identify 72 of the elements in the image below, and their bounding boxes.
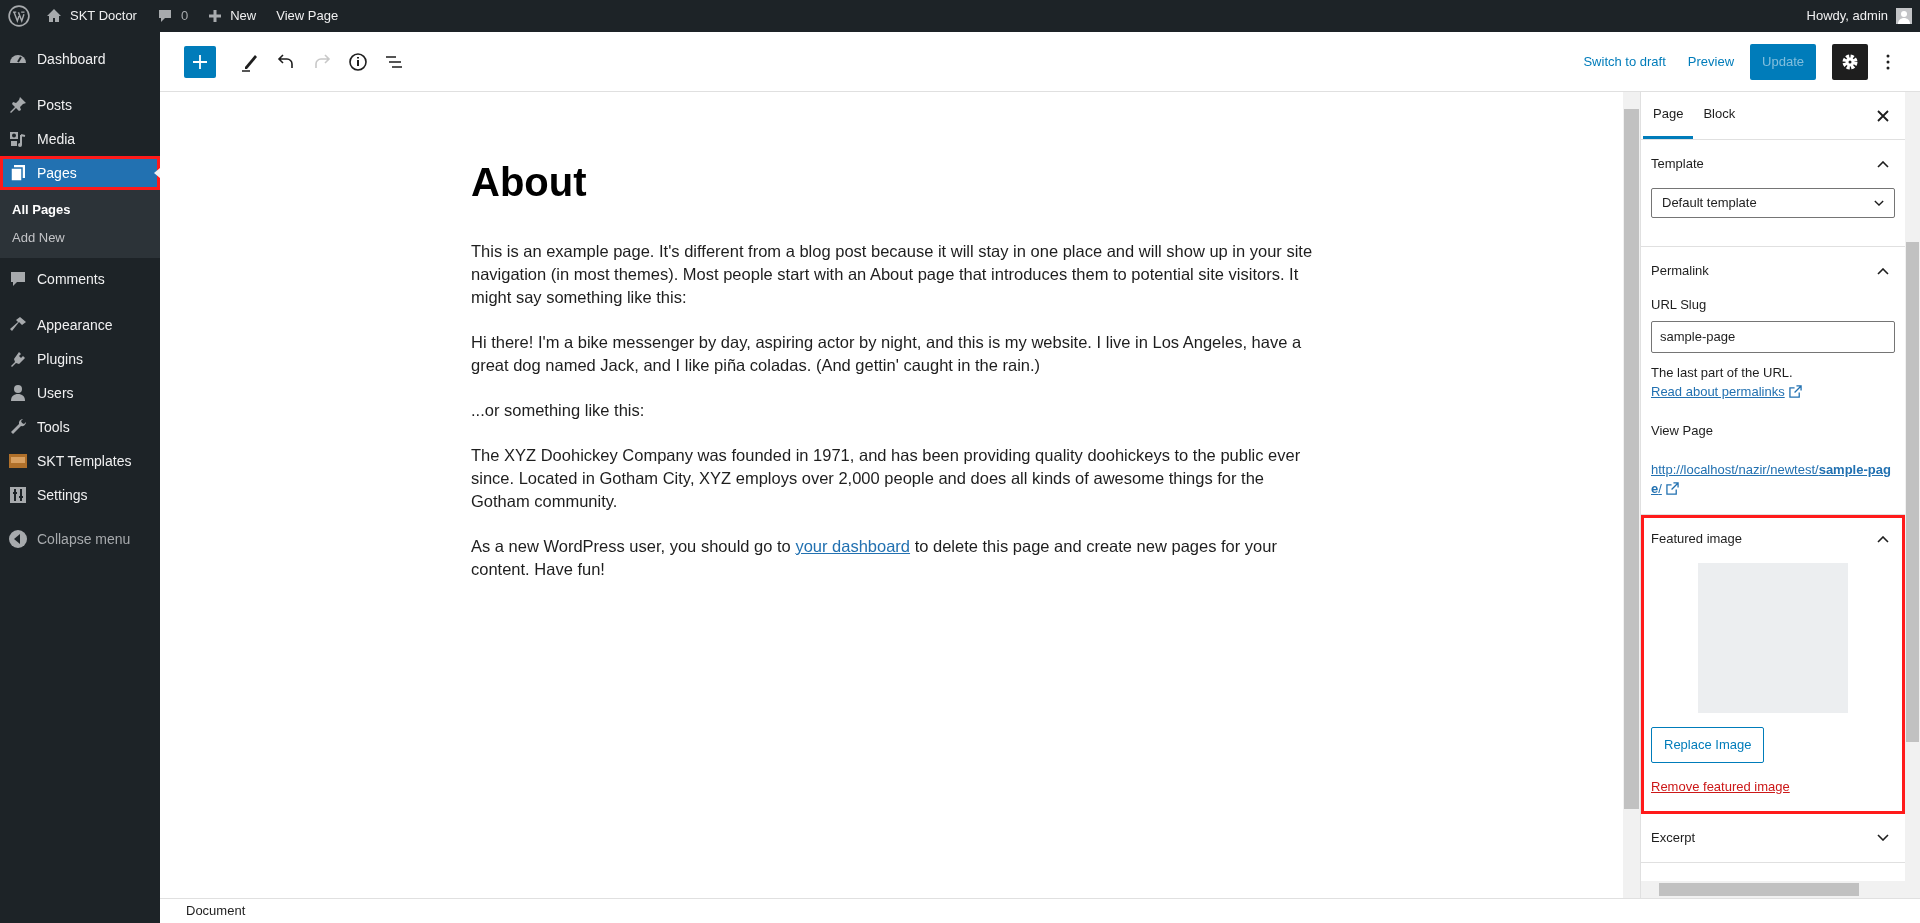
comments-link[interactable]: 0 bbox=[156, 6, 189, 26]
paragraph: The XYZ Doohickey Company was founded in 1971, and has been providing quality doohickeys to the public ever since. Located in Gotham City, XYZ employs over 2,000 people and does all kinds of awesome things for the Gotham community. bbox=[471, 445, 1302, 512]
plus-icon bbox=[192, 53, 208, 70]
sidebar-menu-item[interactable]: Media bbox=[0, 122, 160, 156]
submenu-item[interactable]: Add New bbox=[0, 224, 160, 252]
panel-scrollbar[interactable] bbox=[1905, 92, 1920, 898]
field-label: URL Slug bbox=[1651, 296, 1708, 314]
collapse-menu-button[interactable]: Collapse menu bbox=[0, 522, 160, 556]
horizontal-scrollbar[interactable] bbox=[1641, 881, 1905, 898]
editor-scrollbar[interactable] bbox=[1623, 92, 1640, 898]
camera-music-icon bbox=[8, 129, 28, 149]
settings-button[interactable] bbox=[1832, 43, 1868, 80]
sidebar-menu-item[interactable]: Settings bbox=[0, 478, 160, 512]
chevron-up-icon bbox=[1877, 267, 1889, 275]
replace-image-button[interactable]: Replace Image bbox=[1651, 727, 1765, 763]
sidebar-menu-item[interactable]: Plugins bbox=[0, 342, 160, 376]
chevron-down-icon bbox=[1877, 834, 1889, 841]
sidebar-menu-item[interactable]: Dashboard bbox=[0, 42, 160, 76]
help-text: The last part of the URL. Read about permalinks bbox=[1651, 362, 1895, 401]
plus-icon bbox=[208, 9, 223, 23]
panel-tab[interactable]: Page bbox=[1643, 92, 1694, 139]
section-toggle[interactable]: Permalink bbox=[1651, 247, 1895, 295]
field-label: View Page bbox=[1651, 421, 1714, 440]
paragraph: As a new WordPress user, you should go to your dashboard to delete this page and create new pages for your content. Have fun! bbox=[471, 536, 1278, 580]
sliders-icon bbox=[8, 485, 28, 505]
chevron-up-icon bbox=[1877, 535, 1889, 543]
sidebar-menu-item[interactable]: Pages bbox=[0, 156, 160, 190]
pushpin-icon bbox=[8, 95, 28, 115]
add-block-button[interactable] bbox=[184, 45, 216, 78]
chevron-down-icon bbox=[1874, 200, 1884, 206]
site-name-link[interactable]: SKT Doctor bbox=[46, 6, 137, 26]
person-icon bbox=[8, 383, 28, 403]
sidebar-menu-item[interactable]: Posts bbox=[0, 88, 160, 122]
pages-icon bbox=[8, 163, 28, 183]
account-menu[interactable]: Howdy, admin bbox=[1806, 6, 1912, 26]
paragraph: This is an example page. It's different from a blog post because it will stay in one place and will show up in your site navigation (in most themes). Most people start with an About page that introduces them to potential site visitors. It might say something like this: bbox=[471, 241, 1314, 308]
chevron-up-icon bbox=[1877, 160, 1889, 168]
view-page-link[interactable]: View Page bbox=[276, 6, 339, 26]
external-link-icon bbox=[1665, 482, 1679, 495]
paragraph: Hi there! I'm a bike messenger by day, aspiring actor by night, and this is my website. I live in Los Angeles, have a great dog named Jack, and I like piña coladas. (And gettin' caught in the rain.) bbox=[471, 332, 1303, 376]
section-toggle[interactable]: Template bbox=[1651, 140, 1895, 188]
avatar-icon bbox=[1896, 8, 1912, 24]
url-slug-input[interactable]: sample-page bbox=[1651, 320, 1895, 353]
dashboard-link[interactable]: your dashboard bbox=[795, 537, 911, 555]
section-toggle[interactable]: Excerpt bbox=[1651, 813, 1895, 862]
external-link-icon bbox=[1788, 384, 1802, 398]
sidebar-menu-item[interactable]: Comments bbox=[0, 262, 160, 296]
triangle-pointer-icon bbox=[154, 168, 160, 178]
breadcrumb: Document bbox=[186, 902, 246, 921]
sidebar-menu-item[interactable]: Users bbox=[0, 376, 160, 410]
new-link[interactable]: New bbox=[208, 6, 257, 26]
home-icon bbox=[46, 8, 62, 24]
sidebar-menu-item[interactable]: SKT Templates bbox=[0, 444, 160, 478]
submenu-item[interactable]: All Pages bbox=[0, 196, 160, 224]
template-select[interactable]: Default template bbox=[1651, 188, 1895, 218]
vertical-dots-icon bbox=[1886, 53, 1890, 70]
page-title: About bbox=[471, 159, 588, 206]
permalinks-link[interactable]: Read about permalinks bbox=[1651, 383, 1785, 399]
preview-button[interactable]: Preview bbox=[1687, 51, 1735, 72]
panel-tab[interactable]: Block bbox=[1693, 92, 1746, 139]
section-toggle[interactable]: Featured image bbox=[1651, 515, 1895, 563]
switch-to-draft-button[interactable]: Switch to draft bbox=[1583, 51, 1666, 72]
page-url-link[interactable]: http://localhost/nazir/newtest/sample-page/ bbox=[1651, 460, 1895, 498]
speech-bubble-icon bbox=[8, 269, 28, 289]
template-logo-icon bbox=[8, 451, 28, 471]
wordpress-logo-icon[interactable] bbox=[8, 5, 30, 27]
speech-bubble-icon bbox=[156, 8, 173, 24]
remove-image-link[interactable]: Remove featured image bbox=[1651, 779, 1790, 794]
sidebar-menu-item[interactable]: Tools bbox=[0, 410, 160, 444]
close-icon bbox=[1877, 109, 1889, 122]
paragraph: ...or something like this: bbox=[471, 400, 646, 421]
sidebar-menu-item[interactable]: Appearance bbox=[0, 308, 160, 342]
